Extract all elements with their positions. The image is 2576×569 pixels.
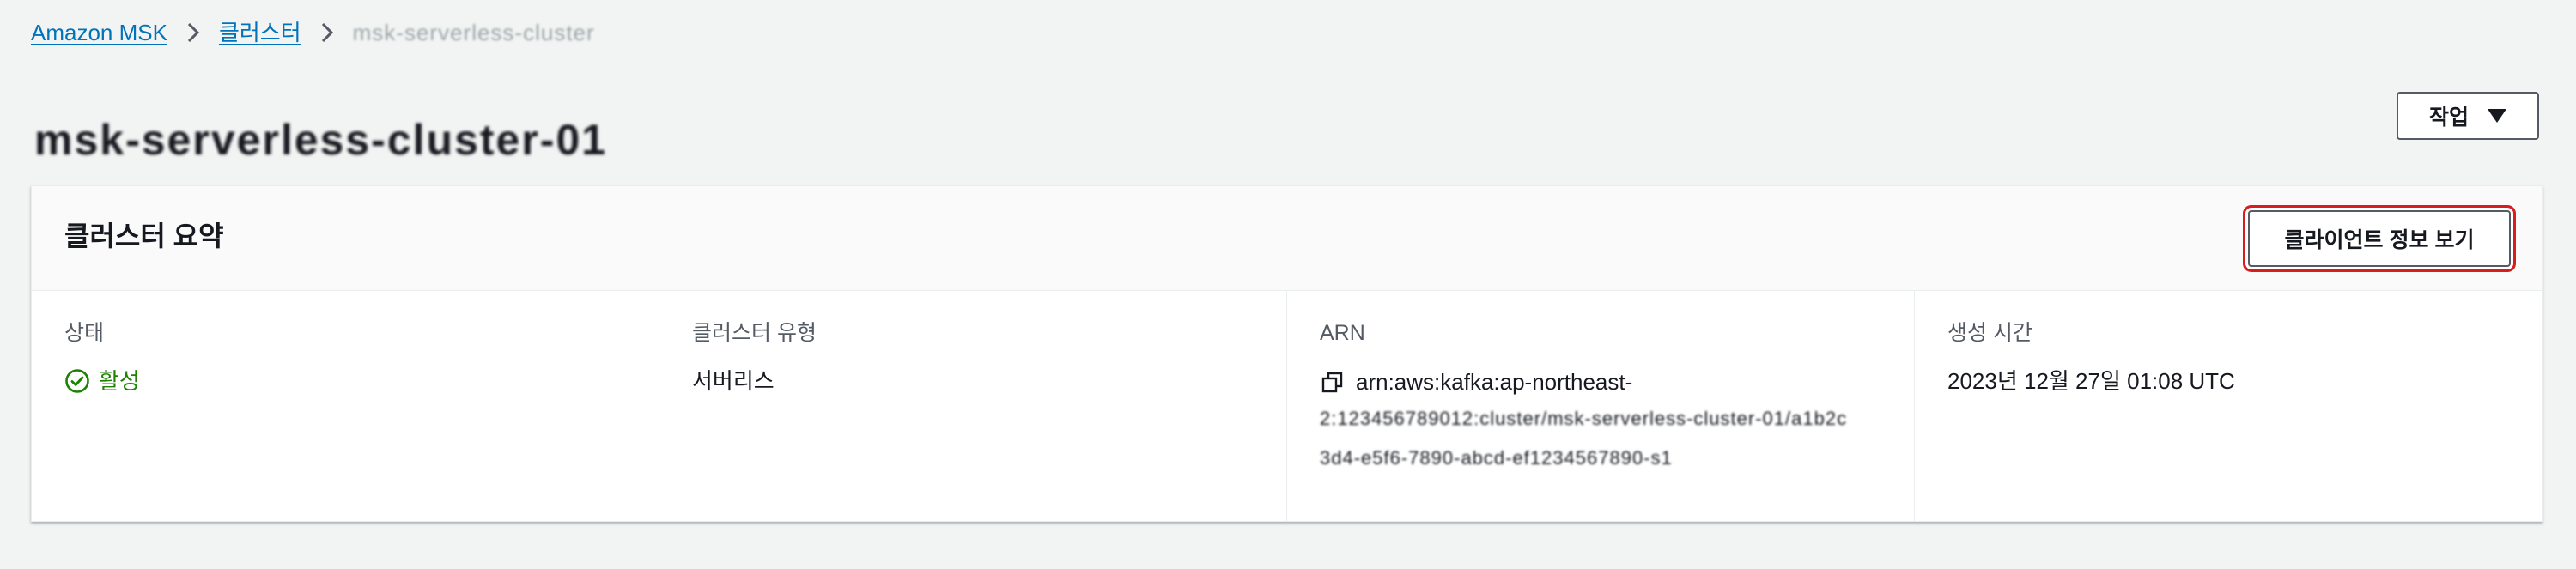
copy-icon[interactable] — [1320, 370, 1346, 396]
chevron-right-icon — [320, 21, 334, 44]
view-client-info-button[interactable]: 클라이언트 정보 보기 — [2248, 210, 2511, 267]
breadcrumb-amazon-msk[interactable]: Amazon MSK — [31, 15, 167, 50]
cluster-summary-panel: 클러스터 요약 클라이언트 정보 보기 상태 활성 클러스터 유형 서버리스 A… — [31, 185, 2543, 522]
check-circle-icon — [65, 369, 89, 393]
actions-label: 작업 — [2428, 106, 2469, 130]
status-column: 상태 활성 — [32, 291, 659, 521]
status-indicator: 활성 — [64, 365, 640, 397]
created-time-column: 생성 시간 2023년 12월 27일 01:08 UTC — [1914, 291, 2542, 521]
cluster-summary-header: 클러스터 요약 클라이언트 정보 보기 — [32, 186, 2542, 291]
actions-dropdown-button[interactable]: 작업 — [2397, 92, 2539, 140]
arn-prefix: arn:aws:kafka:ap-northeast- — [1356, 369, 1633, 395]
breadcrumb-current-cluster: msk-serverless-cluster — [352, 20, 595, 45]
chevron-right-icon — [186, 21, 200, 44]
arn-remainder: 2:123456789012:cluster/msk-serverless-cl… — [1320, 408, 1848, 469]
status-value: 활성 — [99, 368, 140, 394]
status-label: 상태 — [64, 321, 105, 345]
cluster-type-value: 서버리스 — [692, 368, 775, 394]
page-title: msk-serverless-cluster-01 — [34, 115, 608, 164]
created-time-label: 생성 시간 — [1947, 321, 2032, 345]
cluster-type-label: 클러스터 유형 — [692, 321, 817, 345]
created-time-value: 2023년 12월 27일 01:08 UTC — [1947, 368, 2235, 394]
arn-column: ARN arn:aws:kafka:ap-northeast- 2:123456… — [1286, 291, 1914, 521]
cluster-type-column: 클러스터 유형 서버리스 — [659, 291, 1286, 521]
caret-down-icon — [2488, 109, 2506, 123]
arn-label: ARN — [1320, 321, 1365, 345]
cluster-summary-title: 클러스터 요약 — [64, 221, 224, 251]
cluster-summary-body: 상태 활성 클러스터 유형 서버리스 ARN arn:aws:kafka:ap-… — [32, 291, 2542, 521]
breadcrumb: Amazon MSK 클러스터 msk-serverless-cluster — [31, 15, 595, 50]
breadcrumb-clusters[interactable]: 클러스터 — [219, 15, 301, 50]
arn-value: arn:aws:kafka:ap-northeast- — [1320, 365, 1895, 399]
